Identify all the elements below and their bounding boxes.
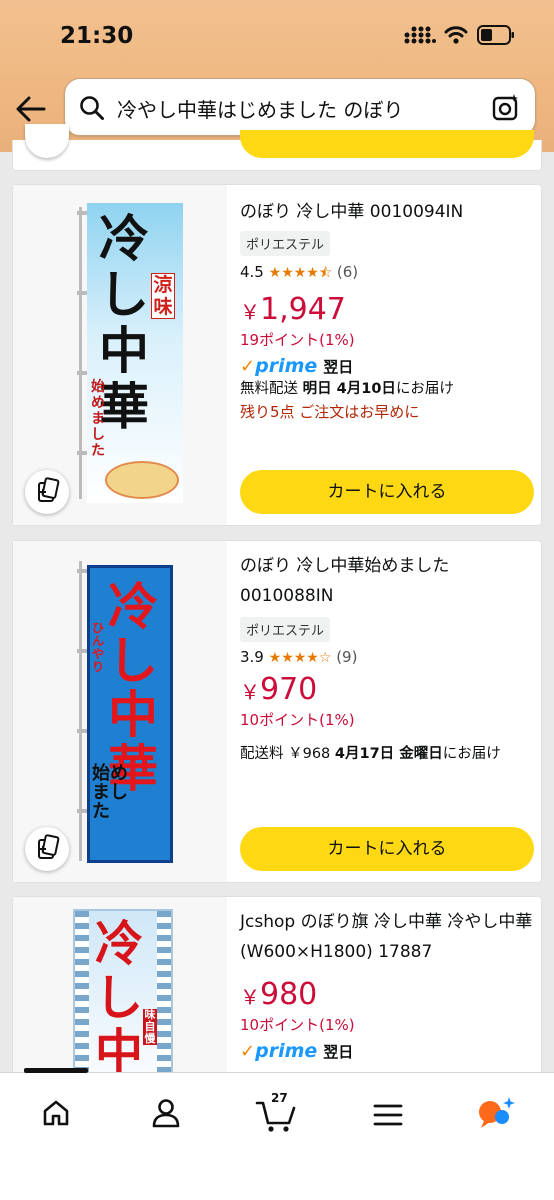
rating-value: 3.9 bbox=[240, 648, 264, 666]
bottom-navigation: 27 bbox=[0, 1068, 554, 1200]
points: 10ポイント(1%) bbox=[240, 1016, 355, 1034]
product-card[interactable]: 冷し中華 涼味 始めました のぼり 冷し中華 0010094IN ポリエステル … bbox=[12, 184, 542, 526]
menu-icon[interactable] bbox=[372, 1101, 404, 1129]
home-icon[interactable] bbox=[40, 1097, 72, 1129]
review-count: (9) bbox=[336, 648, 358, 666]
price: ￥1,947 bbox=[240, 292, 346, 327]
prime-check-icon: ✓ bbox=[240, 1040, 256, 1062]
cart-icon[interactable] bbox=[255, 1099, 297, 1133]
stock-note: 残り5点 ご注文はお早めに bbox=[240, 403, 420, 421]
rufus-assistant-icon[interactable] bbox=[476, 1095, 516, 1131]
star-rating-icon: ★★★★☆ bbox=[268, 650, 332, 666]
previous-product-card bbox=[12, 124, 542, 171]
product-title[interactable]: のぼり 冷し中華始めました 0010088IN bbox=[240, 551, 533, 611]
delivery-info: 配送料 ￥968 4月17日 金曜日にお届け bbox=[240, 746, 501, 762]
account-icon[interactable] bbox=[150, 1097, 182, 1129]
compare-icon[interactable] bbox=[25, 827, 69, 871]
back-arrow-icon[interactable] bbox=[14, 93, 48, 125]
wifi-icon bbox=[444, 26, 468, 44]
review-count: (6) bbox=[336, 263, 359, 281]
prime-badge: ✓ prime 翌日 bbox=[240, 355, 354, 377]
active-tab-indicator bbox=[24, 1068, 88, 1073]
rating-row[interactable]: 3.9 ★★★★☆ (9) bbox=[240, 648, 533, 666]
banner-graphic: 冷し中 味自慢 bbox=[73, 909, 173, 1099]
product-title[interactable]: のぼり 冷し中華 0010094IN bbox=[240, 197, 533, 227]
prime-check-icon: ✓ bbox=[240, 355, 256, 377]
compare-icon[interactable] bbox=[25, 124, 69, 158]
delivery-info: 無料配送 明日 4月10日にお届け bbox=[240, 381, 454, 397]
banner-graphic: 冷し中華 ひんやり 始めました bbox=[87, 565, 173, 863]
camera-search-icon[interactable] bbox=[491, 93, 521, 123]
add-to-cart-button[interactable] bbox=[240, 130, 534, 158]
add-to-cart-button[interactable]: カートに入れる bbox=[240, 827, 534, 871]
price: ￥970 bbox=[240, 672, 318, 707]
rating-row[interactable]: 4.5 ★★★★⯪ (6) bbox=[240, 262, 533, 286]
points: 19ポイント(1%) bbox=[240, 331, 355, 349]
cellular-signal-icon bbox=[404, 26, 436, 44]
rating-value: 4.5 bbox=[240, 263, 264, 281]
compare-icon[interactable] bbox=[25, 470, 69, 514]
product-card[interactable]: 冷し中華 ひんやり 始めました のぼり 冷し中華始めました 0010088IN … bbox=[12, 540, 542, 883]
price: ￥980 bbox=[240, 977, 318, 1012]
points: 10ポイント(1%) bbox=[240, 711, 355, 729]
material-tag: ポリエステル bbox=[240, 617, 331, 642]
status-time: 21:30 bbox=[60, 23, 134, 49]
search-input[interactable]: 冷やし中華はじめました のぼり bbox=[64, 78, 536, 136]
product-image[interactable]: 冷し中 味自慢 bbox=[13, 897, 227, 1099]
search-icon bbox=[80, 96, 104, 120]
prime-badge: ✓ prime 翌日 bbox=[240, 1040, 354, 1062]
banner-rings bbox=[77, 211, 87, 455]
add-to-cart-button[interactable]: カートに入れる bbox=[240, 470, 534, 514]
product-title[interactable]: Jcshop のぼり旗 冷し中華 冷やし中華 (W600×H1800) 1788… bbox=[240, 907, 533, 967]
material-tag: ポリエステル bbox=[240, 231, 331, 256]
search-query: 冷やし中華はじめました のぼり bbox=[117, 98, 404, 122]
banner-rings bbox=[77, 569, 87, 813]
product-card[interactable]: 冷し中 味自慢 Jcshop のぼり旗 冷し中華 冷やし中華 (W600×H18… bbox=[12, 896, 542, 1099]
banner-graphic: 冷し中華 涼味 始めました bbox=[87, 203, 183, 503]
star-rating-icon: ★★★★⯪ bbox=[268, 265, 333, 281]
battery-icon bbox=[477, 25, 514, 45]
